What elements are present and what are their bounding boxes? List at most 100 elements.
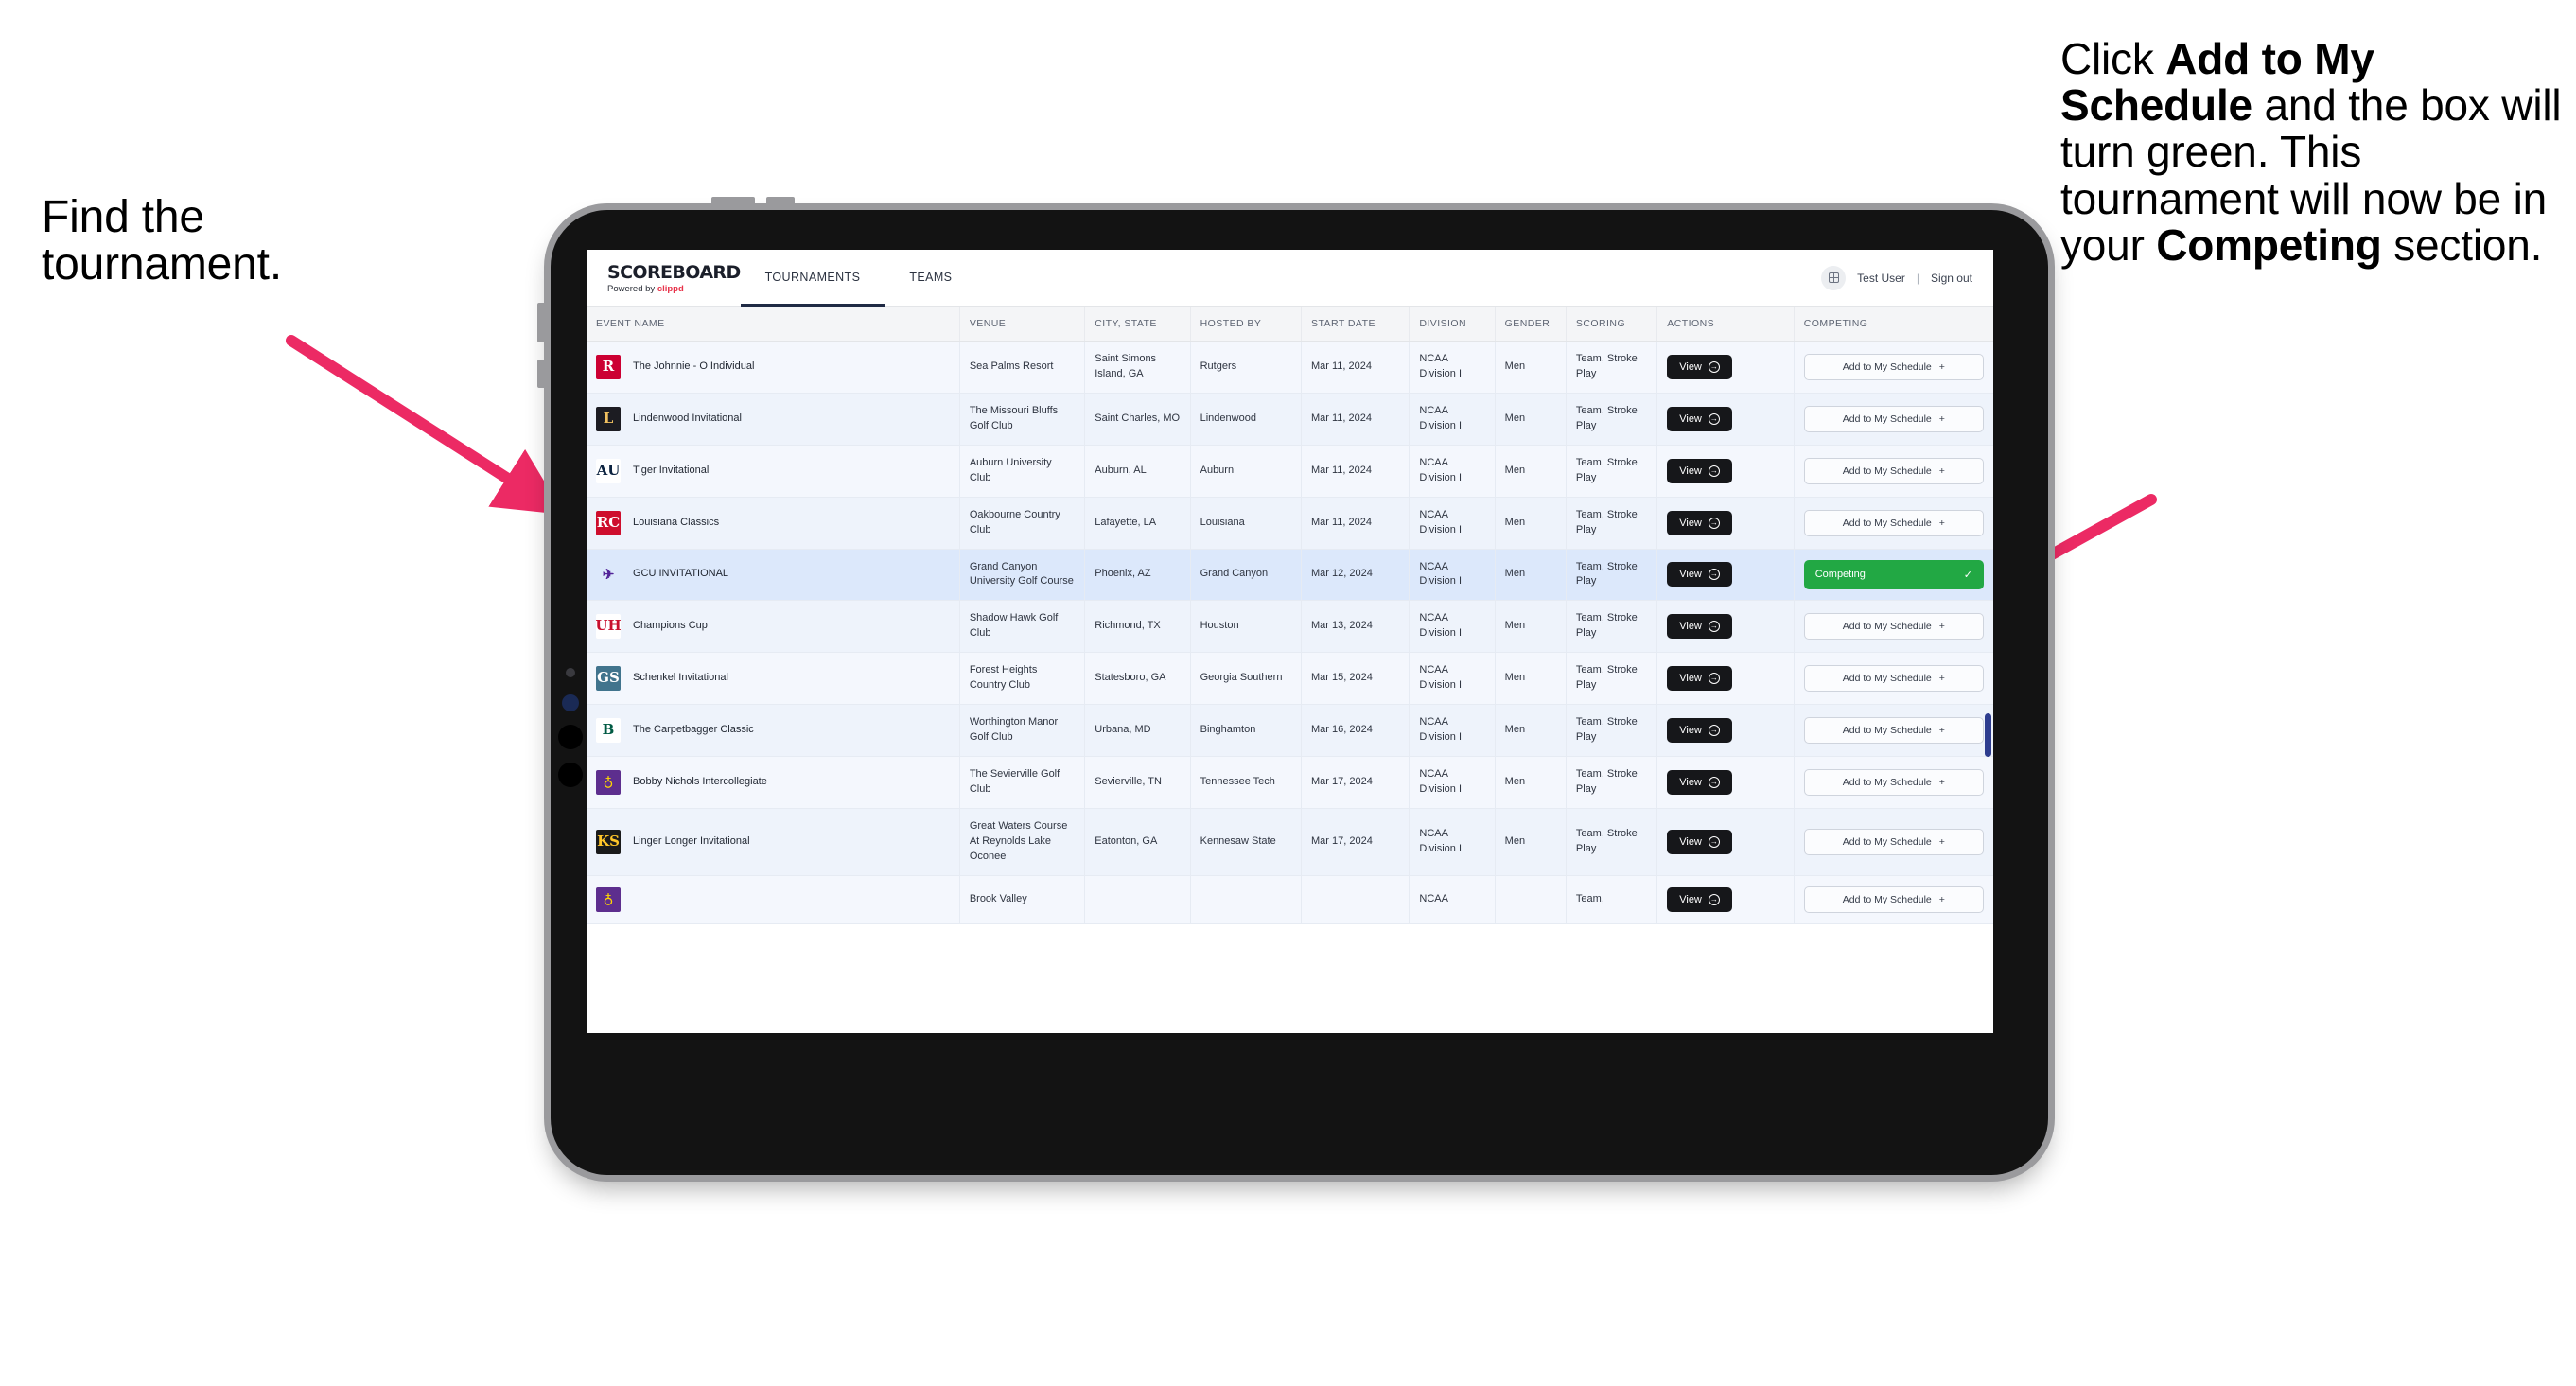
view-button[interactable]: View → [1667,829,1732,854]
cell-event-name: RC Louisiana Classics [587,497,960,550]
column-header-venue[interactable]: VENUE [959,307,1086,342]
view-button[interactable]: View → [1667,510,1732,535]
add-to-my-schedule-button[interactable]: Add to My Schedule + [1803,886,1984,913]
table-row[interactable]: ✈ GCU INVITATIONAL Grand Canyon University… [587,549,1993,602]
add-to-my-schedule-label: Add to My Schedule [1842,893,1932,905]
add-to-my-schedule-button[interactable]: Add to My Schedule + [1803,613,1984,640]
column-header-event-name[interactable]: EVENT NAME [587,307,960,342]
cell-event-name: R The Johnnie - O Individual [587,341,960,394]
tournaments-table-scroll[interactable]: EVENT NAME VENUE CITY, STATE HOSTED BY START… [587,307,1993,1033]
arrow-right-circle-icon: → [1708,360,1720,373]
cell-city-state: Richmond, TX [1084,600,1191,654]
vertical-scrollbar-thumb[interactable] [1985,713,1991,757]
view-button[interactable]: View → [1667,666,1732,692]
view-button[interactable]: View → [1667,354,1732,379]
view-button[interactable]: View → [1667,718,1732,744]
arrow-right-circle-icon: → [1708,893,1720,905]
event-name-label: Bobby Nichols Intercollegiate [633,775,767,787]
table-row[interactable]: ♁ Brook Valley NCAA Team, View → Add to My Sch… [587,875,1993,924]
cell-actions: View → [1656,497,1795,550]
cell-gender: Men [1495,549,1567,602]
table-row[interactable]: UH Champions Cup Shadow Hawk Golf Club Rich… [587,600,1993,654]
table-row[interactable]: RC Louisiana Classics Oakbourne Country Cl… [587,497,1993,550]
cell-start-date: Mar 12, 2024 [1301,549,1411,602]
cell-city-state: Eatonton, GA [1084,808,1191,876]
cell-venue: Brook Valley [959,875,1086,924]
column-header-actions[interactable]: ACTIONS [1656,307,1795,342]
apps-grid-icon[interactable] [1821,265,1847,290]
add-to-my-schedule-button[interactable]: Add to My Schedule + [1803,457,1984,484]
view-button[interactable]: View → [1667,406,1732,431]
tablet-device-frame: SCOREBOARD Powered by clippd TOURNAMENTS… [537,197,2048,1175]
add-to-my-schedule-button[interactable]: Add to My Schedule + [1803,768,1984,796]
table-row[interactable]: L Lindenwood Invitational The Missouri Blu… [587,393,1993,446]
column-header-gender[interactable]: GENDER [1495,307,1567,342]
cell-city-state: Saint Charles, MO [1084,393,1191,446]
view-button[interactable]: View → [1667,886,1732,912]
plus-icon: + [1938,360,1945,373]
column-header-scoring[interactable]: SCORING [1566,307,1658,342]
device-port-dot-1 [558,725,583,749]
tab-tournaments[interactable]: TOURNAMENTS [740,250,885,307]
cell-division: NCAA Division I [1409,497,1496,550]
cell-hosted-by: Binghamton [1190,704,1303,757]
sign-out-link[interactable]: Sign out [1931,272,1972,285]
cell-hosted-by: Georgia Southern [1190,652,1303,706]
table-row[interactable]: R The Johnnie - O Individual Sea Palms Res… [587,341,1993,394]
annotation-right: Click Add to My Schedule and the box wil… [2060,35,2576,269]
add-to-my-schedule-button[interactable]: Add to My Schedule + [1803,717,1984,745]
cell-scoring: Team, Stroke Play [1566,393,1658,446]
add-to-my-schedule-button[interactable]: Add to My Schedule + [1803,509,1984,536]
tab-teams[interactable]: TEAMS [885,250,976,307]
cell-event-name: GS Schenkel Invitational [587,652,960,706]
app-header: SCOREBOARD Powered by clippd TOURNAMENTS… [587,250,1993,307]
device-button-power[interactable] [537,303,549,342]
competing-button[interactable]: Competing ✓ [1803,559,1984,589]
cell-hosted-by: Rutgers [1190,341,1303,394]
event-name-label: Linger Longer Invitational [633,834,750,847]
cell-gender: Men [1495,393,1567,446]
add-to-my-schedule-button[interactable]: Add to My Schedule + [1803,665,1984,693]
table-row[interactable]: B The Carpetbagger Classic Worthington Man… [587,704,1993,757]
event-name-label: Louisiana Classics [633,516,720,528]
brand-subtitle: Powered by clippd [607,285,741,294]
device-button-secondary[interactable] [537,360,549,388]
tournaments-table: EVENT NAME VENUE CITY, STATE HOSTED BY START… [587,307,1993,924]
team-logo-icon: L [596,406,621,431]
column-header-start-date[interactable]: START DATE [1301,307,1411,342]
view-button[interactable]: View → [1667,769,1732,795]
view-button[interactable]: View → [1667,458,1732,483]
cell-actions: View → [1656,808,1795,876]
column-header-competing[interactable]: COMPETING [1794,307,1993,342]
cell-actions: View → [1656,704,1795,757]
add-to-my-schedule-button[interactable]: Add to My Schedule + [1803,405,1984,432]
annotation-left: Find the tournament. [42,192,282,289]
team-logo-icon: B [596,718,621,744]
cell-event-name: AU Tiger Invitational [587,445,960,498]
cell-scoring: Team, Stroke Play [1566,445,1658,498]
view-button[interactable]: View → [1667,562,1732,588]
column-header-division[interactable]: DIVISION [1409,307,1496,342]
table-row[interactable]: KS Linger Longer Invitational Great Waters… [587,808,1993,876]
team-logo-icon: ♁ [596,769,621,795]
table-row[interactable]: ♁ Bobby Nichols Intercollegiate The Sevier… [587,756,1993,809]
check-icon: ✓ [1963,569,1972,581]
table-row[interactable]: GS Schenkel Invitational Forest Heights Co… [587,652,1993,706]
cell-actions: View → [1656,875,1795,924]
add-to-my-schedule-button[interactable]: Add to My Schedule + [1803,828,1984,855]
table-row[interactable]: AU Tiger Invitational Auburn University Cl… [587,445,1993,498]
cell-scoring: Team, [1566,875,1658,924]
cell-competing: Add to My Schedule + [1794,808,1993,876]
arrow-right-circle-icon: → [1708,412,1720,425]
add-to-my-schedule-button[interactable]: Add to My Schedule + [1803,353,1984,380]
cell-city-state: Sevierville, TN [1084,756,1191,809]
column-header-hosted-by[interactable]: HOSTED BY [1190,307,1303,342]
cell-hosted-by: Tennessee Tech [1190,756,1303,809]
view-button[interactable]: View → [1667,614,1732,640]
device-button-volume-up[interactable] [711,197,755,208]
column-header-city-state[interactable]: CITY, STATE [1084,307,1191,342]
device-button-volume-down[interactable] [766,197,795,208]
team-logo-icon: UH [596,614,621,640]
cell-start-date: Mar 17, 2024 [1301,808,1411,876]
cell-scoring: Team, Stroke Play [1566,808,1658,876]
